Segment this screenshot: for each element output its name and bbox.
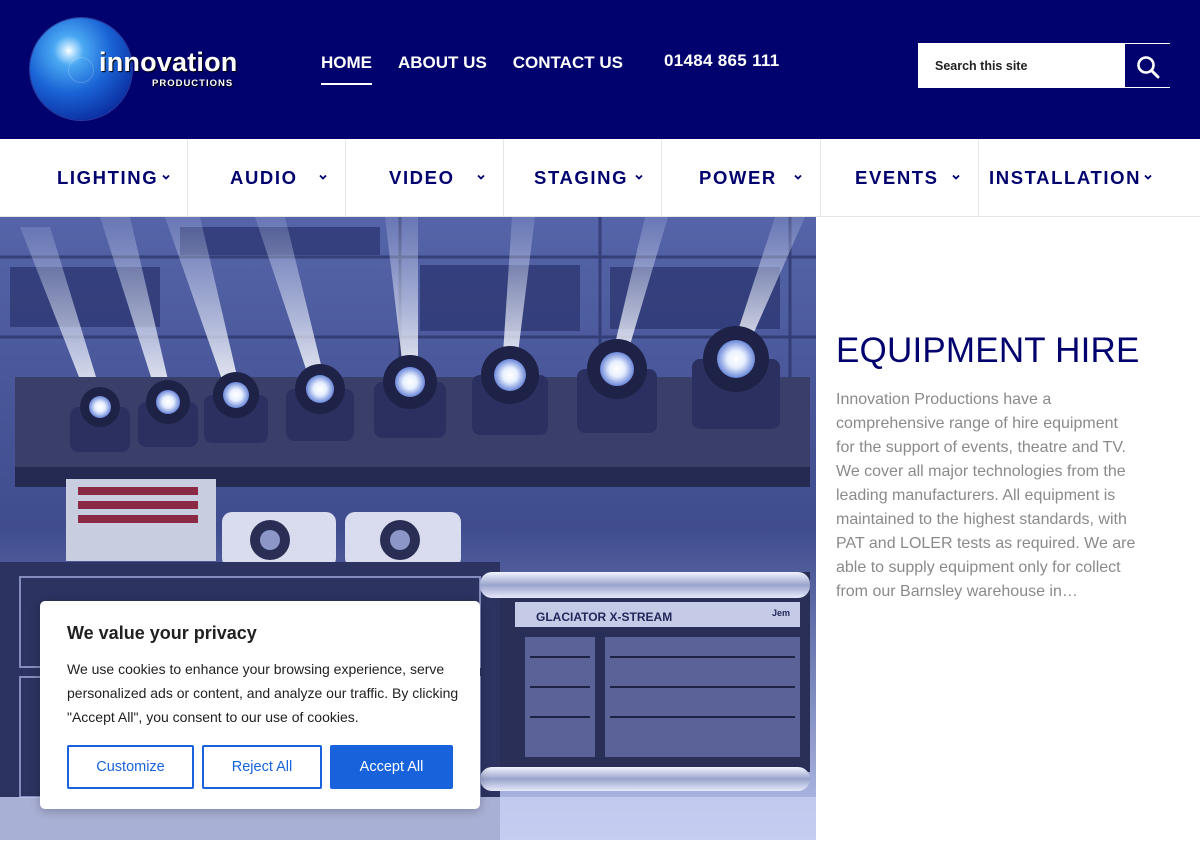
category-events[interactable]: EVENTS: [821, 139, 979, 216]
category-label: INSTALLATION: [989, 167, 1142, 188]
category-label: EVENTS: [855, 167, 939, 188]
customize-button[interactable]: Customize: [67, 745, 194, 789]
equipment-hire-section: EQUIPMENT HIRE Innovation Productions ha…: [836, 330, 1166, 604]
category-navigation: LIGHTING AUDIO VIDEO STAGING POWER EVENT…: [0, 139, 1200, 217]
search-input[interactable]: [919, 44, 1124, 87]
category-label: LIGHTING: [57, 167, 159, 188]
top-navigation: HOME ABOUT US CONTACT US: [321, 53, 649, 85]
nav-home-link[interactable]: HOME: [321, 53, 372, 85]
section-description: Innovation Productions have a comprehens…: [836, 391, 1136, 600]
category-audio[interactable]: AUDIO: [188, 139, 346, 216]
section-title: EQUIPMENT HIRE: [836, 331, 1140, 370]
logo-wordmark: innovation: [99, 47, 238, 77]
nav-contact-link[interactable]: CONTACT US: [513, 53, 623, 85]
reject-all-button[interactable]: Reject All: [202, 745, 322, 789]
category-power[interactable]: POWER: [662, 139, 821, 216]
category-installation[interactable]: INSTALLATION: [979, 139, 1200, 216]
chevron-down-icon: [162, 174, 170, 180]
logo-tagline: PRODUCTIONS: [152, 78, 234, 89]
cookie-text: We use cookies to enhance your browsing …: [67, 661, 459, 725]
equipment-brand: Jem: [772, 608, 790, 618]
cookie-consent-banner: We value your privacy We use cookies to …: [40, 601, 480, 809]
chevron-down-icon: [635, 174, 643, 180]
search-icon: [1137, 56, 1160, 79]
phone-number[interactable]: 01484 865 111: [664, 51, 779, 71]
category-label: STAGING: [534, 167, 629, 188]
chevron-down-icon: [1144, 174, 1152, 180]
category-label: VIDEO: [389, 167, 455, 188]
search-button[interactable]: [1124, 43, 1170, 88]
category-label: AUDIO: [230, 167, 298, 188]
accept-all-button[interactable]: Accept All: [330, 745, 453, 789]
equipment-label: GLACIATOR X-STREAM: [536, 610, 672, 624]
chevron-down-icon: [477, 174, 485, 180]
chevron-down-icon: [319, 174, 327, 180]
site-logo[interactable]: innovation PRODUCTIONS: [28, 17, 258, 121]
category-lighting[interactable]: LIGHTING: [0, 139, 188, 216]
category-label: POWER: [699, 167, 777, 188]
cookie-title: We value your privacy: [67, 623, 257, 643]
chevron-down-icon: [952, 174, 960, 180]
site-search: [918, 43, 1170, 88]
category-video[interactable]: VIDEO: [346, 139, 504, 216]
nav-about-link[interactable]: ABOUT US: [398, 53, 487, 85]
chevron-down-icon: [794, 174, 802, 180]
category-staging[interactable]: STAGING: [504, 139, 662, 216]
site-header: innovation PRODUCTIONS HOME ABOUT US CON…: [0, 0, 1200, 139]
logo-ring: [68, 57, 94, 83]
